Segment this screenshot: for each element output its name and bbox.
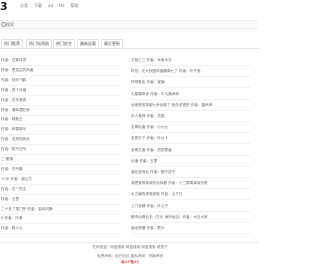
list-item[interactable]: 至秀天下 作者：叶以十 xyxy=(131,136,168,141)
top-nav-item[interactable]: tkt xyxy=(59,3,64,9)
list-item[interactable]: 至尊文道 作者：须凯蒙鑫 xyxy=(131,148,172,153)
site-logo[interactable]: 3 xyxy=(0,0,8,14)
list-item[interactable]: 万相三三 作者：木鱼水天 xyxy=(131,58,172,63)
list-item[interactable]: 作者：古一先生 xyxy=(1,187,26,192)
list-item[interactable]: 3 作者：叶清 xyxy=(1,216,22,221)
list-item[interactable]: 作者：咪勤王 xyxy=(1,117,23,122)
list-item[interactable]: 至尊仙道 作者：小九九 xyxy=(131,125,168,130)
row-divider xyxy=(131,98,251,100)
row-divider xyxy=(1,134,121,136)
list-item[interactable]: 都市仙尊仙玄（方长 海外仙后）作者：大白大家 xyxy=(131,215,208,220)
row-divider xyxy=(1,104,121,106)
row-divider xyxy=(131,76,251,78)
row-divider xyxy=(1,223,121,225)
footer-legal[interactable]: 免责声明：用户协议 隐私声明 · 举报声明 xyxy=(0,254,260,259)
row-divider xyxy=(131,87,251,89)
footer-icp[interactable]: 赣ICP备XX xyxy=(0,260,260,265)
list-item[interactable]: 作者：碎雪新乐 xyxy=(1,127,26,132)
list-item[interactable]: 破龙神通 作者：蒙沙 xyxy=(131,226,165,231)
row-divider xyxy=(1,233,121,235)
list-item[interactable]: 天人鬼神 作者：灵泉 xyxy=(131,114,165,119)
row-divider xyxy=(1,94,121,96)
row-divider xyxy=(131,210,251,212)
tab-serial[interactable]: 最新连载 xyxy=(77,39,99,49)
footer-divider xyxy=(0,242,260,243)
tab-variety[interactable]: 热门综艺 xyxy=(53,39,75,49)
row-divider xyxy=(131,132,251,134)
row-divider xyxy=(131,233,251,234)
search-input[interactable] xyxy=(6,21,246,28)
list-item[interactable]: 怀吧唯实 作者：宝楠 xyxy=(131,80,165,85)
row-divider xyxy=(1,193,121,195)
list-item[interactable]: 二·黑湖 xyxy=(1,157,13,162)
list-item[interactable]: 作者：知乐在所 xyxy=(1,147,26,152)
top-nav-item[interactable]: 分类 xyxy=(20,3,28,9)
list-item[interactable]: 作者：五里 xyxy=(1,197,19,202)
list-item[interactable]: 作者：白鹭诗词 xyxy=(1,58,26,63)
tab-tv[interactable]: 热门电视剧 xyxy=(26,39,52,49)
category-tabs: 热门推荐 热门电视剧 热门综艺 最新连载 最近更新 xyxy=(0,38,260,49)
list-item[interactable]: 二十多了乘门宗·作者：金叔风静 xyxy=(1,207,52,212)
row-divider xyxy=(131,188,251,190)
list-item[interactable]: 作者：四个月遍 xyxy=(1,88,26,93)
list-item[interactable]: 作者：无风西风月 xyxy=(1,137,30,142)
top-nav-item[interactable]: 帮助 xyxy=(70,3,78,9)
row-divider xyxy=(1,213,121,215)
list-item[interactable]: 我把我穿妹妹的目标都 作者：十二颗简单耳光塔 xyxy=(131,181,208,186)
row-divider xyxy=(1,173,121,175)
row-divider xyxy=(1,164,121,165)
top-nav-item[interactable]: 下载 xyxy=(34,3,42,9)
list-item[interactable]: 仙道 作者：五里 xyxy=(131,159,157,164)
row-divider xyxy=(1,203,121,205)
list-item[interactable]: 大力铺的修真家族 作者：山子日 xyxy=(131,192,182,197)
list-item[interactable]: 时总、北大校园风靡趣闻七了 作者：叶子馆 xyxy=(131,69,200,74)
top-bar: 3 分类 下载 ad tkt 帮助 xyxy=(0,0,260,14)
list-item[interactable]: 上门龙婿 作者：叶公子 xyxy=(131,204,168,209)
tab-recent[interactable]: 最近更新 xyxy=(101,39,123,49)
list-item[interactable]: 作者：苍丹集 xyxy=(1,167,23,172)
list-item[interactable]: 作者：清晖透红雨 xyxy=(1,108,30,113)
row-divider xyxy=(131,121,251,122)
row-divider xyxy=(1,84,121,86)
list-item[interactable]: 作者：鲜人心 xyxy=(1,226,23,231)
footer-links[interactable]: 在网侠盗 · 网盘搜索 网盘搜索 网盘搜索 精选下 xyxy=(0,245,260,250)
row-divider xyxy=(1,154,121,156)
row-divider xyxy=(131,109,251,111)
row-divider xyxy=(131,65,251,66)
top-nav-item[interactable]: ad xyxy=(48,3,53,9)
top-nav: 分类 下载 ad tkt 帮助 xyxy=(14,3,78,9)
row-divider xyxy=(131,177,251,178)
row-divider xyxy=(1,65,121,66)
list-item[interactable]: 作者：林河飞鹤 xyxy=(1,78,26,83)
list-item[interactable]: 全家是的穿越七声余族了·我先总把把 作者：唐声声 xyxy=(131,103,212,108)
row-divider xyxy=(1,144,121,146)
list-item[interactable]: 九星霸体诀 作者：平凡魔术师 xyxy=(131,92,179,97)
row-divider xyxy=(131,143,251,145)
row-divider xyxy=(1,124,121,126)
list-item[interactable]: 我在游戏后 作者：眼不拔子 xyxy=(131,170,175,175)
list-item[interactable]: 作者：苏东坡选 xyxy=(1,98,26,103)
list-item[interactable]: 作者：贾浩生的风格 xyxy=(1,68,33,73)
row-divider xyxy=(131,199,251,201)
list-item[interactable]: ·小乐 作者：敌山牛 xyxy=(1,177,32,182)
search-bar xyxy=(0,20,258,29)
row-divider xyxy=(1,183,121,185)
row-divider xyxy=(1,114,121,116)
row-divider xyxy=(131,165,251,167)
row-divider xyxy=(1,74,121,76)
row-divider xyxy=(131,221,251,223)
row-divider xyxy=(131,154,251,156)
tab-hot[interactable]: 热门推荐 xyxy=(1,39,23,49)
